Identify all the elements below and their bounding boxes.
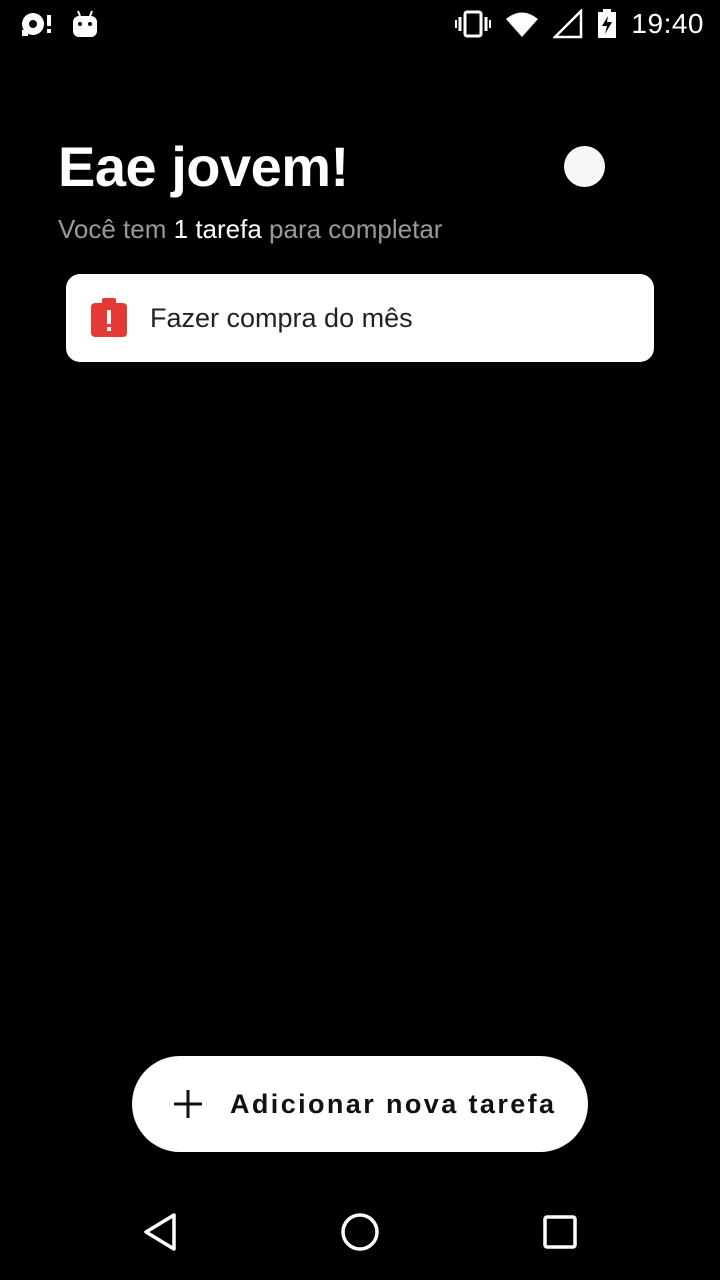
task-title: Fazer compra do mês — [150, 302, 413, 333]
task-item[interactable]: Fazer compra do mês — [66, 274, 654, 362]
app-screen: 19:40 Eae jovem! Você tem 1 tarefa para … — [0, 0, 720, 1280]
android-icon — [72, 10, 98, 38]
status-right: 19:40 — [455, 8, 704, 40]
navigation-bar — [0, 1184, 720, 1280]
subtitle-count: 1 tarefa — [173, 214, 262, 244]
notification-icon — [20, 11, 54, 37]
recents-icon[interactable] — [540, 1212, 580, 1252]
home-icon[interactable] — [340, 1212, 380, 1252]
subtitle-suffix: para completar — [269, 214, 443, 244]
add-task-label: Adicionar nova tarefa — [230, 1088, 557, 1119]
battery-charging-icon — [597, 9, 617, 39]
plus-icon — [172, 1088, 204, 1120]
back-icon[interactable] — [140, 1212, 180, 1252]
task-count-subtitle: Você tem 1 tarefa para completar — [58, 214, 442, 245]
status-bar: 19:40 — [0, 0, 720, 48]
status-left — [20, 10, 98, 38]
subtitle-prefix: Você tem — [58, 214, 167, 244]
theme-toggle-button[interactable] — [564, 146, 605, 187]
signal-icon — [553, 9, 583, 39]
add-task-button[interactable]: Adicionar nova tarefa — [132, 1056, 588, 1152]
greeting-title: Eae jovem! — [58, 135, 349, 198]
wifi-icon — [505, 10, 539, 38]
vibrate-icon — [455, 10, 492, 38]
clipboard-alert-icon — [90, 298, 128, 338]
status-time: 19:40 — [631, 8, 704, 39]
